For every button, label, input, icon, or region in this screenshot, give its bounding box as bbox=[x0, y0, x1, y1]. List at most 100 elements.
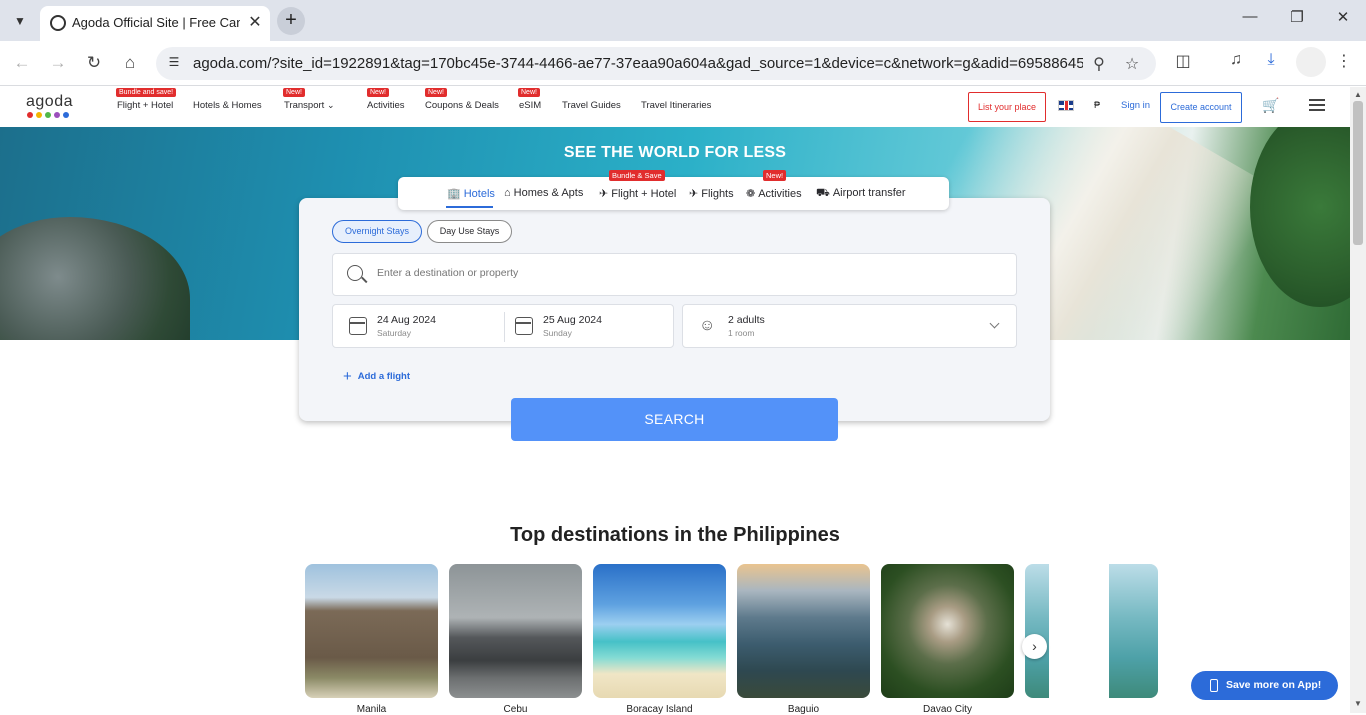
nav-badge: New! bbox=[283, 88, 305, 97]
destination-card-baguio[interactable] bbox=[737, 564, 870, 698]
nav-label: Activities bbox=[367, 100, 405, 111]
destination-field[interactable] bbox=[332, 253, 1017, 296]
phone-icon bbox=[1210, 679, 1218, 692]
back-icon[interactable]: ← bbox=[10, 51, 34, 75]
home-icon[interactable]: ⌂ bbox=[118, 51, 142, 75]
close-tab-icon[interactable]: ✕ bbox=[246, 12, 264, 32]
destination-card-manila[interactable] bbox=[305, 564, 438, 698]
nav-label: eSIM bbox=[519, 100, 542, 111]
tab-label: Hotels bbox=[463, 188, 495, 200]
new-tab-button[interactable]: + bbox=[277, 7, 305, 35]
tab-title: Agoda Official Site | Free Cance bbox=[72, 15, 240, 30]
nav-flight-hotel[interactable]: Flight + Hotel bbox=[117, 100, 173, 111]
nav-transport[interactable]: Transport ⌄ bbox=[284, 100, 335, 111]
guests-main: 2 adults bbox=[728, 314, 765, 326]
tab-label: Homes & Apts bbox=[513, 187, 584, 199]
nav-travel-itineraries[interactable]: Travel Itineraries bbox=[641, 100, 711, 111]
downloads-icon[interactable]: ⤓ bbox=[1260, 51, 1282, 69]
guests-sub: 1 room bbox=[728, 328, 755, 338]
home-icon: ⌂ bbox=[504, 187, 511, 199]
nav-label: Hotels & Homes bbox=[193, 100, 262, 111]
browser-tab[interactable]: Agoda Official Site | Free Cance ✕ bbox=[40, 6, 270, 41]
checkout-day: Sunday bbox=[543, 328, 572, 338]
media-controls-icon[interactable]: ♫ bbox=[1225, 51, 1247, 69]
tab-activities[interactable]: ❁ Activities bbox=[746, 187, 802, 200]
extensions-icon[interactable]: ◫ bbox=[1172, 51, 1194, 71]
logo-text: agoda bbox=[26, 93, 73, 110]
nav-hotels-homes[interactable]: Hotels & Homes bbox=[193, 100, 262, 111]
destination-name: Boracay Island bbox=[626, 704, 693, 715]
tab-airport-transfer[interactable]: ⛟ Airport transfer bbox=[816, 187, 906, 201]
agoda-logo[interactable]: agoda bbox=[26, 93, 73, 118]
browser-tab-bar: ▼ Agoda Official Site | Free Cance ✕ + —… bbox=[0, 0, 1366, 41]
scroll-down-icon[interactable]: ▼ bbox=[1354, 699, 1362, 708]
tab-flights[interactable]: ✈ Flights bbox=[689, 187, 734, 200]
address-bar[interactable]: ☰ agoda.com/?site_id=1922891&tag=170bc45… bbox=[156, 47, 1156, 80]
hero-title: SEE THE WORLD FOR LESS bbox=[563, 144, 787, 161]
destination-card-boracay[interactable] bbox=[593, 564, 726, 698]
save-more-on-app-button[interactable]: Save more on App! bbox=[1191, 671, 1338, 700]
nav-badge: New! bbox=[518, 88, 540, 97]
nav-label: Coupons & Deals bbox=[425, 100, 499, 111]
menu-hamburger-icon[interactable] bbox=[1309, 99, 1325, 111]
occupancy-selector[interactable]: ☺ 2 adults 1 room bbox=[682, 304, 1017, 348]
search-card: Overnight Stays Day Use Stays 24 Aug 202… bbox=[299, 198, 1050, 421]
hero-rock-image bbox=[0, 217, 190, 340]
currency-selector[interactable]: ₱ bbox=[1094, 100, 1100, 110]
url-text[interactable]: agoda.com/?site_id=1922891&tag=170bc45e-… bbox=[193, 55, 1083, 72]
nav-label: Transport bbox=[284, 100, 325, 111]
minimize-icon[interactable]: — bbox=[1238, 8, 1262, 25]
nav-travel-guides[interactable]: Travel Guides bbox=[562, 100, 621, 111]
destinations-title: Top destinations in the Philippines bbox=[510, 524, 840, 546]
nav-badge: New! bbox=[425, 88, 447, 97]
tab-badge: New! bbox=[763, 170, 787, 181]
restore-window-icon[interactable]: ❐ bbox=[1285, 8, 1309, 26]
date-divider bbox=[504, 312, 505, 342]
chevron-down-icon bbox=[989, 318, 1000, 329]
create-account-button[interactable]: Create account bbox=[1160, 92, 1242, 123]
nav-label: Travel Guides bbox=[562, 100, 621, 111]
nav-esim[interactable]: eSIM bbox=[519, 100, 541, 111]
destination-card-davao[interactable] bbox=[881, 564, 1014, 698]
search-button[interactable]: SEARCH bbox=[511, 398, 838, 441]
plus-icon: + bbox=[343, 368, 352, 385]
scroll-thumb[interactable] bbox=[1353, 101, 1363, 245]
tab-label: Flights bbox=[701, 188, 734, 200]
overnight-stays-pill[interactable]: Overnight Stays bbox=[332, 220, 422, 243]
chevron-down-icon: ⌄ bbox=[326, 100, 335, 110]
destination-card-cebu[interactable] bbox=[449, 564, 582, 698]
tab-homes-apts[interactable]: ⌂ Homes & Apts bbox=[504, 187, 583, 199]
agoda-favicon-icon bbox=[50, 15, 66, 31]
date-picker[interactable]: 24 Aug 2024 Saturday 25 Aug 2024 Sunday bbox=[332, 304, 674, 348]
reload-icon[interactable]: ↻ bbox=[82, 51, 106, 75]
active-tab-indicator bbox=[446, 206, 493, 208]
carousel-next-arrow-icon[interactable]: › bbox=[1022, 634, 1047, 659]
profile-avatar[interactable] bbox=[1296, 47, 1326, 77]
browser-menu-icon[interactable]: ⋮ bbox=[1333, 51, 1355, 71]
close-window-icon[interactable]: ✕ bbox=[1331, 8, 1355, 26]
nav-coupons-deals[interactable]: Coupons & Deals bbox=[425, 100, 499, 111]
cart-icon[interactable]: 🛒 bbox=[1262, 97, 1279, 114]
page-scrollbar[interactable]: ▲ ▼ bbox=[1350, 87, 1366, 713]
site-settings-icon[interactable]: ☰ bbox=[166, 55, 182, 71]
sign-in-link[interactable]: Sign in bbox=[1121, 100, 1150, 111]
logo-dots bbox=[27, 112, 73, 118]
zoom-icon[interactable]: ⚲ bbox=[1089, 54, 1109, 74]
search-icon bbox=[347, 265, 363, 281]
uk-flag-language-icon[interactable] bbox=[1058, 100, 1074, 111]
list-your-place-button[interactable]: List your place bbox=[968, 92, 1046, 122]
destination-input[interactable] bbox=[377, 267, 977, 279]
nav-activities[interactable]: Activities bbox=[367, 100, 404, 111]
activities-icon: ❁ bbox=[746, 188, 756, 200]
carousel-edge-mask bbox=[1049, 560, 1109, 705]
add-flight-link[interactable]: + Add a flight bbox=[343, 368, 410, 385]
nav-label: Travel Itineraries bbox=[641, 100, 712, 111]
forward-icon[interactable]: → bbox=[46, 51, 70, 75]
tab-hotels[interactable]: 🏢 Hotels bbox=[447, 187, 495, 200]
bookmark-star-icon[interactable]: ☆ bbox=[1122, 54, 1142, 74]
day-use-stays-pill[interactable]: Day Use Stays bbox=[427, 220, 512, 243]
tab-search-chevron-icon[interactable]: ▼ bbox=[8, 9, 32, 33]
tab-flight-hotel[interactable]: ✈ Flight + Hotel bbox=[599, 187, 676, 200]
destination-name: Manila bbox=[356, 704, 387, 715]
scroll-up-icon[interactable]: ▲ bbox=[1354, 90, 1362, 99]
